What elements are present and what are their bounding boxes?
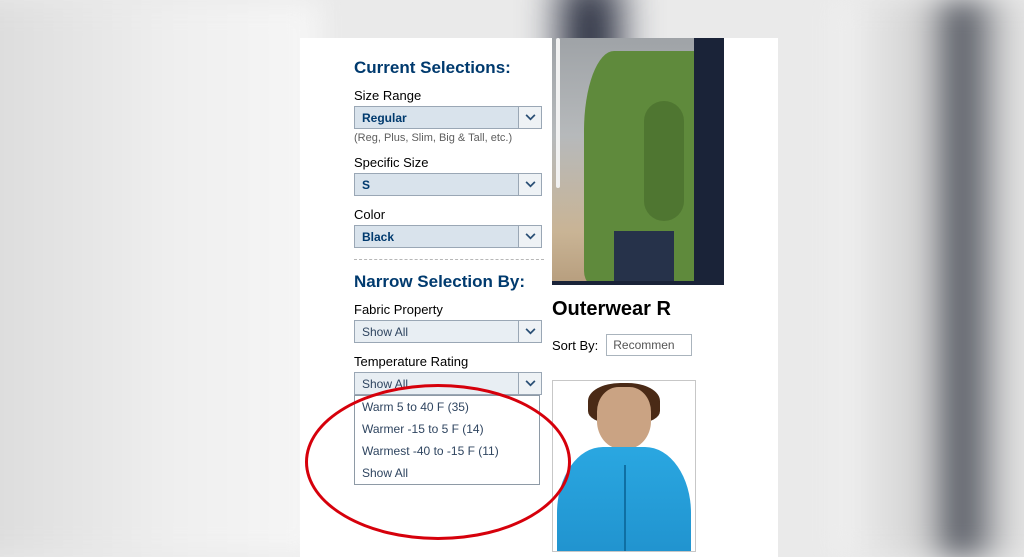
hero-image: [552, 38, 724, 285]
chevron-down-icon: [518, 174, 541, 195]
filter-and-results-panel: Current Selections: Size Range Regular (…: [300, 38, 778, 557]
color-select[interactable]: Black: [354, 225, 542, 248]
field-size-range: Size Range Regular (Reg, Plus, Slim, Big…: [354, 88, 544, 144]
color-label: Color: [354, 207, 544, 222]
temperature-rating-value: Show All: [355, 377, 408, 391]
color-value: Black: [355, 230, 394, 244]
sort-by-label: Sort By:: [552, 338, 598, 353]
temperature-option[interactable]: Warm 5 to 40 F (35): [355, 396, 539, 418]
field-fabric-property: Fabric Property Show All: [354, 302, 544, 343]
sort-by-value: Recommen: [613, 338, 674, 352]
temperature-option[interactable]: Show All: [355, 462, 539, 484]
filter-sidebar: Current Selections: Size Range Regular (…: [300, 38, 552, 557]
current-selections-title: Current Selections:: [354, 58, 544, 78]
temperature-rating-label: Temperature Rating: [354, 354, 544, 369]
sort-row: Sort By: Recommen: [552, 334, 692, 356]
chevron-down-icon: [518, 321, 541, 342]
fabric-property-select[interactable]: Show All: [354, 320, 542, 343]
narrow-by-title: Narrow Selection By:: [354, 272, 544, 292]
size-range-select[interactable]: Regular: [354, 106, 542, 129]
fabric-property-label: Fabric Property: [354, 302, 544, 317]
temperature-option[interactable]: Warmest -40 to -15 F (11): [355, 440, 539, 462]
temperature-option[interactable]: Warmer -15 to 5 F (14): [355, 418, 539, 440]
chevron-down-icon: [518, 373, 541, 394]
chevron-down-icon: [518, 107, 541, 128]
size-range-helper: (Reg, Plus, Slim, Big & Tall, etc.): [354, 132, 544, 144]
chevron-down-icon: [518, 226, 541, 247]
size-range-label: Size Range: [354, 88, 544, 103]
temperature-rating-select[interactable]: Show All: [354, 372, 542, 395]
field-specific-size: Specific Size S: [354, 155, 544, 196]
fabric-property-value: Show All: [355, 325, 408, 339]
size-range-value: Regular: [355, 111, 407, 125]
divider: [354, 259, 544, 260]
sort-by-select[interactable]: Recommen: [606, 334, 692, 356]
specific-size-value: S: [355, 178, 370, 192]
specific-size-select[interactable]: S: [354, 173, 542, 196]
specific-size-label: Specific Size: [354, 155, 544, 170]
product-card[interactable]: [552, 380, 696, 552]
temperature-rating-dropdown[interactable]: Warm 5 to 40 F (35) Warmer -15 to 5 F (1…: [354, 395, 540, 485]
results-area: Outerwear R Sort By: Recommen: [552, 38, 778, 557]
results-heading: Outerwear R: [552, 298, 671, 321]
field-color: Color Black: [354, 207, 544, 248]
field-temperature-rating: Temperature Rating Show All Warm 5 to 40…: [354, 354, 544, 395]
